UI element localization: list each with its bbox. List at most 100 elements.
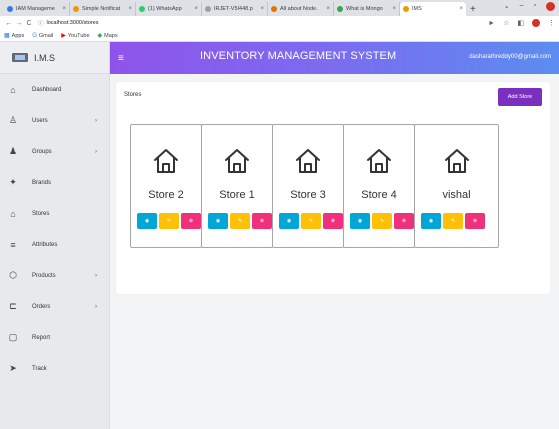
sidebar-item-groups[interactable]: ♟ Groups › bbox=[0, 136, 109, 167]
tab-close-icon[interactable]: × bbox=[128, 6, 132, 12]
house-icon bbox=[443, 147, 471, 175]
tab-favicon-icon bbox=[73, 6, 79, 12]
browser-address-bar: ← → C ⓘ localhost:3000/stores ► ☆ ◧ ⋮ bbox=[0, 16, 559, 30]
sidebar-item-label: Track bbox=[32, 365, 47, 372]
window-close-icon[interactable] bbox=[546, 2, 555, 11]
view-store-button[interactable]: ◉ bbox=[350, 213, 370, 229]
sidebar-item-label: Report bbox=[32, 334, 51, 341]
store-name: Store 1 bbox=[219, 189, 255, 201]
user-email[interactable]: dasharathreddy00@gmail.com bbox=[469, 54, 551, 60]
edit-store-button[interactable]: ✎ bbox=[443, 213, 463, 229]
tab-favicon-icon bbox=[403, 6, 409, 12]
page-title: Stores bbox=[124, 92, 142, 98]
brand[interactable]: I.M.S bbox=[0, 42, 109, 74]
sidebar-item-stores[interactable]: ⌂ Stores bbox=[0, 198, 109, 229]
maximize-icon[interactable]: ▫ bbox=[534, 2, 536, 11]
delete-store-button[interactable]: ⊗ bbox=[394, 213, 414, 229]
back-icon[interactable]: ← bbox=[4, 20, 14, 27]
sidebar-item-label: Dashboard bbox=[32, 86, 62, 93]
browser-tab[interactable]: (1) WhatsApp × bbox=[136, 2, 202, 16]
sidebar-item-attributes[interactable]: ≡ Attributes bbox=[0, 229, 109, 260]
view-store-button[interactable]: ◉ bbox=[208, 213, 228, 229]
tab-title: All about Node. bbox=[280, 6, 318, 12]
view-store-button[interactable]: ◉ bbox=[279, 213, 299, 229]
top-header: ≡ INVENTORY MANAGEMENT SYSTEM dasharathr… bbox=[110, 42, 559, 74]
tab-close-icon[interactable]: × bbox=[62, 6, 66, 12]
bookmark-apps[interactable]: ▦ Apps bbox=[4, 32, 25, 40]
tab-close-icon[interactable]: × bbox=[392, 6, 396, 12]
store-card[interactable]: Store 4 ◉ ✎ ⊗ bbox=[343, 124, 415, 248]
house-icon bbox=[365, 147, 393, 175]
tab-favicon-icon bbox=[139, 6, 145, 12]
browser-tab-bar: IAM Manageme × Simple Notificat × (1) WhatsA… bbox=[0, 0, 559, 16]
bookmark-maps[interactable]: ◆ Maps bbox=[98, 32, 118, 40]
cast-icon[interactable]: ► bbox=[488, 20, 495, 27]
browser-tab[interactable]: Simple Notificat × bbox=[70, 2, 136, 16]
brand-name: I.M.S bbox=[34, 52, 56, 63]
sidebar-item-label: Products bbox=[32, 272, 56, 279]
sidebar-item-products[interactable]: ⬡ Products › bbox=[0, 260, 109, 291]
view-store-button[interactable]: ◉ bbox=[137, 213, 157, 229]
bookmark-gmail[interactable]: G Gmail bbox=[32, 33, 53, 39]
tab-close-icon[interactable]: × bbox=[194, 6, 198, 12]
extensions-icon[interactable]: ◧ bbox=[517, 19, 524, 27]
sidebar-item-dashboard[interactable]: ⌂ Dashboard bbox=[0, 74, 109, 105]
profile-avatar[interactable] bbox=[532, 19, 540, 27]
delete-store-button[interactable]: ⊗ bbox=[323, 213, 343, 229]
attributes-icon: ≡ bbox=[10, 239, 16, 250]
products-icon: ⬡ bbox=[9, 270, 17, 280]
edit-store-button[interactable]: ✎ bbox=[159, 213, 179, 229]
store-card[interactable]: Store 3 ◉ ✎ ⊗ bbox=[272, 124, 344, 248]
browser-menu-icon[interactable]: ⋮ bbox=[548, 19, 555, 27]
delete-store-button[interactable]: ⊗ bbox=[252, 213, 272, 229]
chevron-right-icon: › bbox=[95, 303, 97, 310]
store-actions: ◉ ✎ ⊗ bbox=[350, 213, 414, 229]
tab-close-icon[interactable]: × bbox=[260, 6, 264, 12]
add-store-button[interactable]: Add Store bbox=[498, 88, 542, 106]
sidebar-item-users[interactable]: ♙ Users › bbox=[0, 105, 109, 136]
window-controls: ⌄ – ▫ bbox=[504, 2, 555, 11]
minimize-icon[interactable]: – bbox=[520, 2, 524, 11]
delete-store-button[interactable]: ⊗ bbox=[465, 213, 485, 229]
url-field[interactable]: ⓘ localhost:3000/stores bbox=[38, 18, 488, 28]
tab-search-icon[interactable]: ⌄ bbox=[504, 2, 510, 11]
tab-close-icon[interactable]: × bbox=[326, 6, 330, 12]
browser-tab[interactable]: IRJET-V5I448.p × bbox=[202, 2, 268, 16]
store-actions: ◉ ✎ ⊗ bbox=[421, 213, 485, 229]
browser-tab[interactable]: IMS × bbox=[400, 2, 466, 16]
store-card[interactable]: Store 2 ◉ ✎ ⊗ bbox=[130, 124, 202, 248]
edit-store-button[interactable]: ✎ bbox=[230, 213, 250, 229]
view-store-button[interactable]: ◉ bbox=[421, 213, 441, 229]
store-actions: ◉ ✎ ⊗ bbox=[279, 213, 343, 229]
chevron-right-icon: › bbox=[95, 272, 97, 279]
bookmark-label: Maps bbox=[104, 32, 118, 39]
sidebar-item-orders[interactable]: ⊏ Orders › bbox=[0, 291, 109, 322]
tab-close-icon[interactable]: × bbox=[459, 6, 463, 12]
bookmark-star-icon[interactable]: ☆ bbox=[503, 19, 509, 27]
info-icon[interactable]: ⓘ bbox=[38, 19, 44, 27]
google-g-icon: G bbox=[32, 32, 37, 39]
new-tab-icon[interactable]: + bbox=[470, 4, 476, 16]
store-name: Store 4 bbox=[361, 189, 397, 201]
user-icon: ♙ bbox=[8, 115, 18, 125]
browser-tab[interactable]: All about Node. × bbox=[268, 2, 334, 16]
store-card[interactable]: Store 1 ◉ ✎ ⊗ bbox=[201, 124, 273, 248]
sidebar-item-report[interactable]: ▢ Report bbox=[0, 322, 109, 353]
browser-tab[interactable]: What is Mongo × bbox=[334, 2, 400, 16]
tab-title: (1) WhatsApp bbox=[148, 6, 182, 12]
edit-store-button[interactable]: ✎ bbox=[301, 213, 321, 229]
house-icon bbox=[152, 147, 180, 175]
store-card[interactable]: vishal ◉ ✎ ⊗ bbox=[414, 124, 499, 248]
sidebar-item-track[interactable]: ➤ Track bbox=[0, 353, 109, 384]
delete-store-button[interactable]: ⊗ bbox=[181, 213, 201, 229]
browser-tab[interactable]: IAM Manageme × bbox=[4, 2, 70, 16]
sidebar-item-brands[interactable]: ✦ Brands bbox=[0, 167, 109, 198]
house-icon bbox=[223, 147, 251, 175]
forward-icon[interactable]: → bbox=[14, 20, 24, 27]
hamburger-menu-icon[interactable]: ≡ bbox=[118, 53, 134, 64]
dashboard-icon: ⌂ bbox=[10, 84, 16, 95]
bookmark-youtube[interactable]: ▶ YouTube bbox=[61, 32, 89, 40]
bookmark-label: Apps bbox=[11, 32, 25, 39]
reload-icon[interactable]: C bbox=[24, 20, 34, 27]
edit-store-button[interactable]: ✎ bbox=[372, 213, 392, 229]
